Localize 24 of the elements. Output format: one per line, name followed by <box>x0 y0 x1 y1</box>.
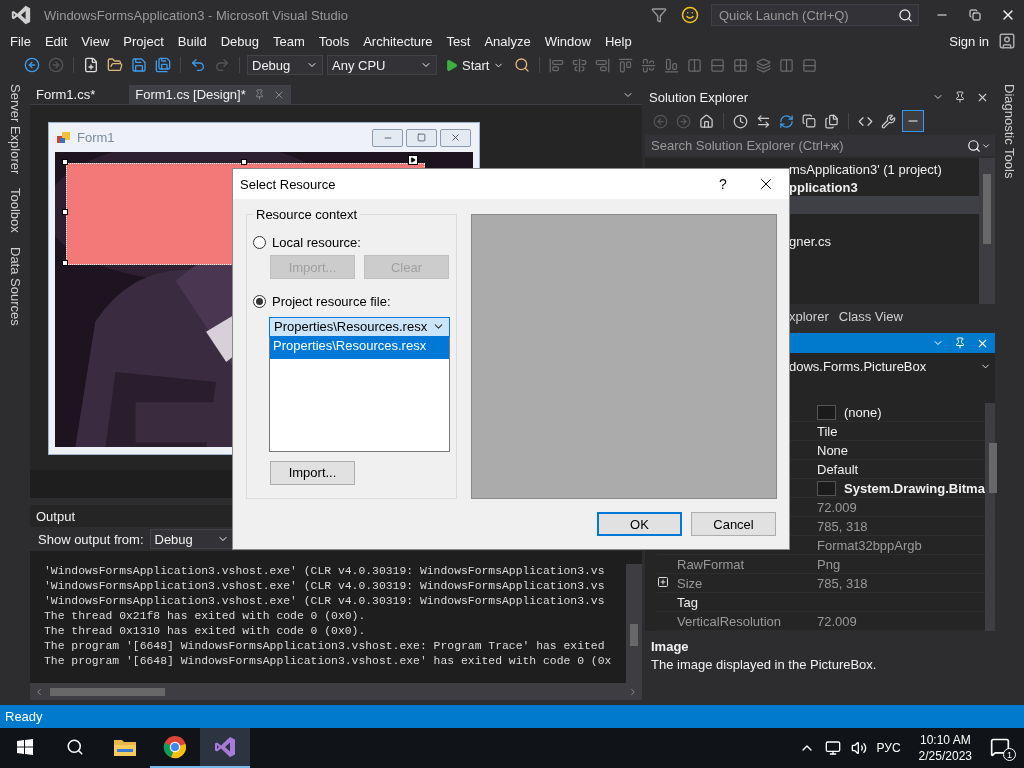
output-source-label: Show output from: <box>38 531 144 547</box>
panel-title: Solution Explorer <box>649 89 749 105</box>
property-name: Size <box>677 575 703 591</box>
property-name: RawFormat <box>677 556 745 572</box>
output-line: The program '[6648] WindowsFormsApplication3.vshost.exe: Program Trace' has exited <box>44 639 606 654</box>
group-title: Resource context <box>253 207 361 222</box>
output-line: 'WindowsFormsApplication3.vshost.exe' (CLR v4.0.30319: WindowsFormsApplication3.vs <box>44 594 606 609</box>
output-line: 'WindowsFormsApplication3.vshost.exe' (CLR v4.0.30319: WindowsFormsApplication3.vs <box>44 579 606 594</box>
property-name: VerticalResolution <box>677 613 782 629</box>
output-line: The thread 0x21f8 has exited with code 0 (0x0). <box>44 609 367 624</box>
clock-date: 2/25/2023 <box>918 749 972 763</box>
notification-count: 1 <box>1003 748 1016 761</box>
description-title: Image <box>651 639 690 654</box>
description-text: The image displayed in the PictureBox. <box>651 657 878 672</box>
clock-time: 10:10 AM <box>919 733 971 747</box>
status-text: Ready <box>5 709 43 724</box>
dialog-title: Select Resource <box>240 176 337 192</box>
panel-title: Output <box>36 508 76 524</box>
output-line: The program '[6648] WindowsFormsApplication3.vshost.exe' has exited with code 0 (0x <box>44 654 613 669</box>
form-title: Form1 <box>77 130 115 145</box>
output-line: The thread 0x1310 has exited with code 0 (0x0). <box>44 624 367 639</box>
property-name: Tag <box>677 594 698 610</box>
output-line: 'WindowsFormsApplication3.vshost.exe' (CLR v4.0.30319: WindowsFormsApplication3.vs <box>44 564 606 579</box>
window-title: WindowsFormsApplication3 - Microsoft Visual Studio <box>44 7 348 23</box>
